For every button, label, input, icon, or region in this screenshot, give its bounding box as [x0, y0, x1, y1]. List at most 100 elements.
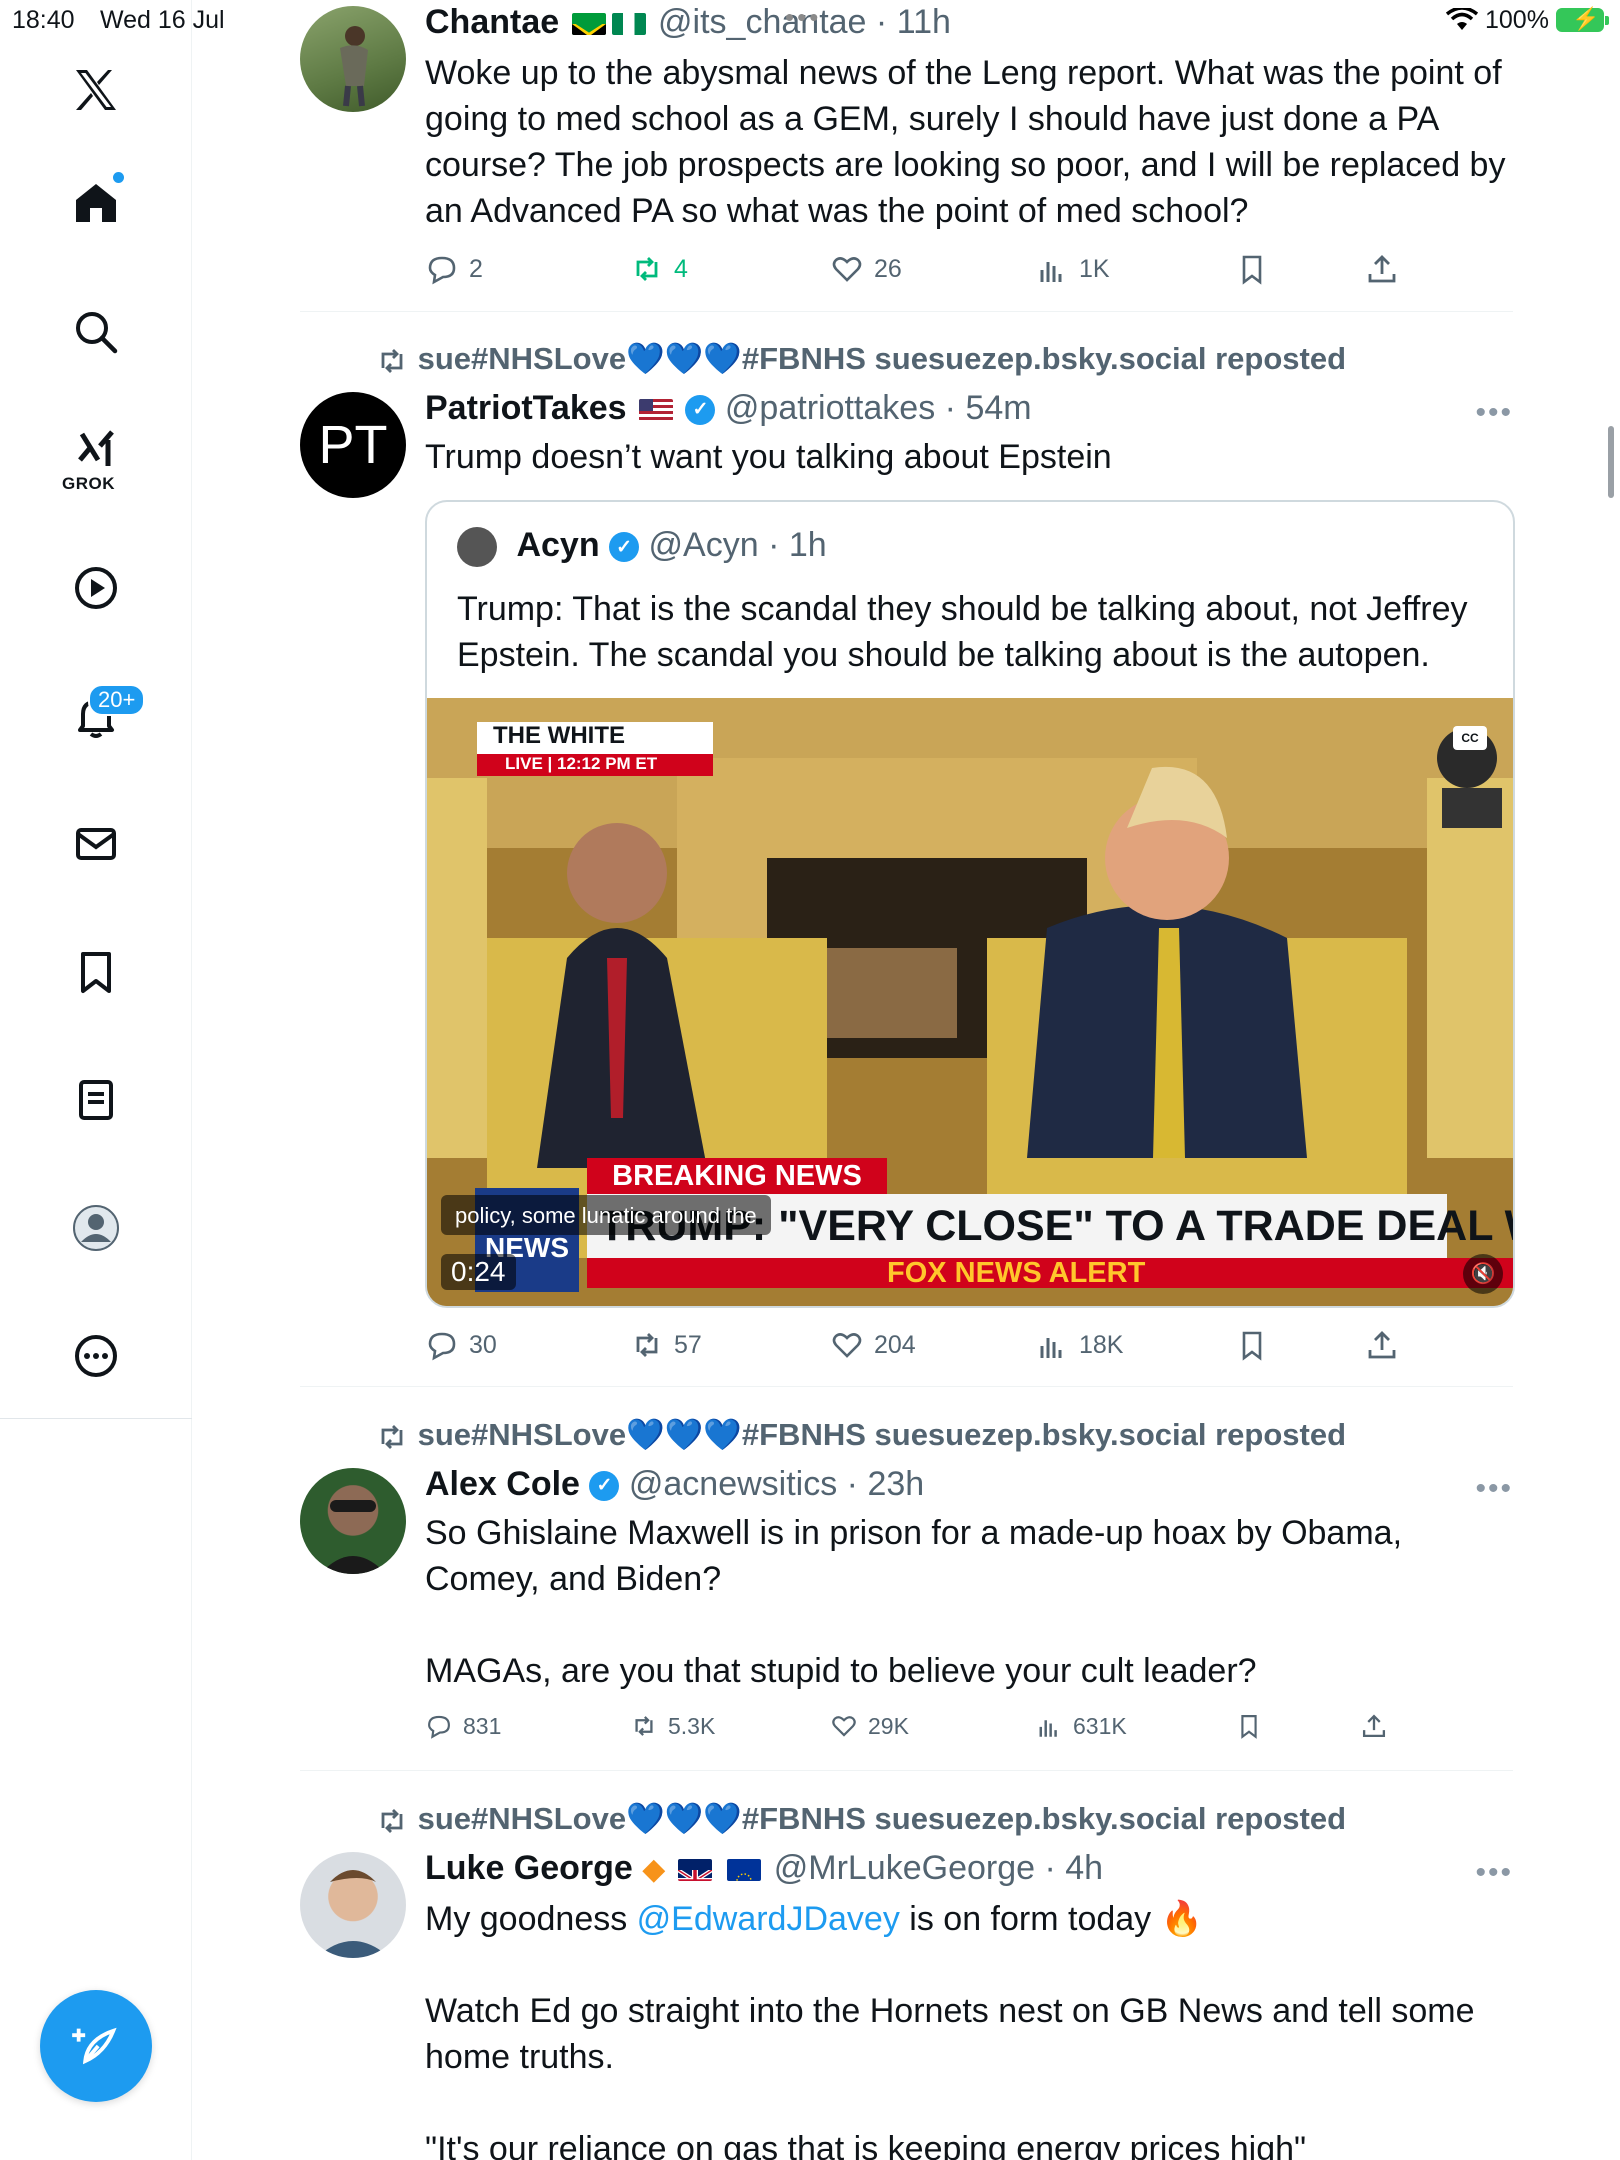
- quote-author-handle[interactable]: @Acyn: [649, 526, 759, 564]
- author-handle[interactable]: @acnewsitics: [629, 1465, 837, 1503]
- lists-icon[interactable]: [56, 1060, 136, 1140]
- like-button[interactable]: 204: [830, 1328, 916, 1362]
- reply-button[interactable]: 831: [425, 1712, 501, 1740]
- tweet-actions: 2 4 26 1K: [425, 252, 1425, 292]
- avatar[interactable]: [300, 1468, 406, 1574]
- repost-button[interactable]: 5.3K: [630, 1712, 715, 1740]
- quote-avatar[interactable]: [457, 527, 497, 568]
- repost-button[interactable]: 57: [630, 1328, 702, 1362]
- x-logo-icon[interactable]: [56, 50, 136, 130]
- reply-icon: [428, 256, 456, 285]
- video-caption: policy, some lunatic around the: [441, 1195, 771, 1235]
- tweet-text-line: So Ghislaine Maxwell is in prison for a …: [425, 1514, 1403, 1598]
- verified-badge-icon: ✓: [609, 532, 640, 563]
- author-name[interactable]: Luke George: [425, 1849, 633, 1887]
- mention-link[interactable]: @EdwardJDavey: [637, 1900, 900, 1938]
- quote-header: Acyn ✓ @Acyn · 1h: [457, 526, 827, 568]
- reply-icon: [428, 1332, 456, 1361]
- tweet-text-end: is on form today 🔥: [899, 1900, 1203, 1938]
- scrollbar-thumb[interactable]: [1608, 426, 1614, 498]
- tweet-header: Luke George ◆ @MrLukeGeorge · 4h: [425, 1846, 1513, 1892]
- views-button[interactable]: 18K: [1035, 1328, 1123, 1362]
- view-count: 1K: [1079, 254, 1110, 283]
- avatar[interactable]: PT: [300, 392, 406, 498]
- tweet-separator: [300, 1770, 1513, 1771]
- author-handle[interactable]: @patriottakes: [725, 389, 935, 427]
- author-name[interactable]: PatriotTakes: [425, 389, 627, 427]
- avatar[interactable]: [300, 1852, 406, 1958]
- more-options-icon[interactable]: •••: [1475, 1856, 1513, 1890]
- like-button[interactable]: 26: [830, 252, 902, 286]
- tweet-text: Trump doesn’t want you talking about Eps…: [425, 438, 1112, 476]
- repost-attribution[interactable]: sue#NHSLove💙💙💙#FBNHS suesuezep.bsky.soci…: [375, 1416, 1346, 1454]
- bookmarks-icon[interactable]: [56, 932, 136, 1012]
- tweet-actions: 831 5.3K 29K 631K: [425, 1712, 1425, 1752]
- reply-count: 2: [469, 254, 483, 283]
- mute-toggle-icon[interactable]: 🔇: [1463, 1254, 1503, 1294]
- closed-captions-icon[interactable]: CC: [1453, 726, 1487, 750]
- repost-count: 4: [674, 254, 688, 283]
- bookmark-button[interactable]: [1235, 252, 1269, 286]
- like-button[interactable]: 29K: [830, 1712, 909, 1740]
- tweet-text-line: MAGAs, are you that stupid to believe yo…: [425, 1652, 1257, 1690]
- repost-icon: [381, 1424, 403, 1449]
- eu-flag-icon: [727, 1859, 762, 1882]
- view-count: 18K: [1079, 1330, 1124, 1359]
- bookmark-icon: [1242, 255, 1262, 285]
- compose-post-button[interactable]: [40, 1990, 152, 2102]
- like-count: 29K: [868, 1712, 909, 1739]
- views-icon: [1040, 1338, 1062, 1358]
- video-player[interactable]: CC THE WHITE HOUSE LIVE | 12:12 PM ET BR…: [427, 698, 1513, 1306]
- heart-icon: [832, 1716, 856, 1737]
- repost-button[interactable]: 4: [630, 252, 688, 286]
- heart-icon: [832, 257, 862, 282]
- tweet-time[interactable]: 54m: [965, 389, 1031, 427]
- repost-icon: [636, 1333, 658, 1357]
- uk-flag-icon: [677, 1859, 712, 1882]
- reply-count: 831: [463, 1712, 502, 1739]
- video-play-icon[interactable]: [56, 548, 136, 628]
- author-handle[interactable]: @MrLukeGeorge: [774, 1849, 1035, 1887]
- status-date: Wed 16 Jul: [100, 6, 225, 34]
- share-button[interactable]: [1365, 252, 1399, 286]
- profile-avatar-icon[interactable]: [56, 1188, 136, 1268]
- messages-envelope-icon[interactable]: [56, 804, 136, 884]
- share-icon: [1368, 255, 1396, 283]
- more-options-icon[interactable]: [56, 1316, 136, 1396]
- home-icon[interactable]: [56, 162, 136, 242]
- reply-icon: [428, 1715, 450, 1739]
- tweet-separator: [300, 311, 1513, 312]
- author-name[interactable]: Alex Cole: [425, 1465, 580, 1503]
- quote-author-name[interactable]: Acyn: [516, 526, 599, 564]
- tweet-header: Alex Cole ✓ @acnewsitics · 23h: [425, 1465, 925, 1503]
- quote-time[interactable]: 1h: [789, 526, 827, 564]
- views-button[interactable]: 1K: [1035, 252, 1110, 286]
- reply-button[interactable]: 2: [425, 252, 483, 286]
- more-options-icon[interactable]: •••: [1475, 1472, 1513, 1506]
- more-options-icon[interactable]: •••: [1475, 396, 1513, 430]
- chyron-title: THE WHITE HOUSE: [477, 722, 713, 777]
- verified-badge-icon: ✓: [589, 1471, 620, 1502]
- news-alert-bar: FOX NEWS ALERT: [587, 1258, 1513, 1288]
- like-count: 26: [874, 254, 902, 283]
- repost-attribution[interactable]: sue#NHSLove💙💙💙#FBNHS suesuezep.bsky.soci…: [375, 1800, 1346, 1838]
- views-icon: [1040, 262, 1062, 282]
- sidebar: GROK 20+: [0, 0, 192, 2160]
- repost-attribution[interactable]: sue#NHSLove💙💙💙#FBNHS suesuezep.bsky.soci…: [375, 340, 1346, 378]
- share-button[interactable]: [1365, 1328, 1399, 1362]
- bookmark-button[interactable]: [1235, 1712, 1263, 1740]
- bookmark-button[interactable]: [1235, 1328, 1269, 1362]
- quoted-tweet[interactable]: Acyn ✓ @Acyn · 1h Trump: That is the sca…: [425, 500, 1515, 1308]
- bookmark-icon: [1241, 1715, 1257, 1739]
- reply-button[interactable]: 30: [425, 1328, 497, 1362]
- multitasking-dots-icon[interactable]: •••: [785, 2, 821, 33]
- repost-count: 5.3K: [668, 1712, 716, 1739]
- status-time: 18:40: [12, 6, 75, 34]
- share-button[interactable]: [1360, 1712, 1388, 1740]
- reply-count: 30: [469, 1330, 497, 1359]
- views-button[interactable]: 631K: [1035, 1712, 1127, 1740]
- tweet-time[interactable]: 23h: [867, 1465, 924, 1503]
- tweet-time[interactable]: 4h: [1065, 1849, 1103, 1887]
- orange-diamond-icon: ◆: [642, 1853, 666, 1886]
- search-icon[interactable]: [56, 292, 136, 372]
